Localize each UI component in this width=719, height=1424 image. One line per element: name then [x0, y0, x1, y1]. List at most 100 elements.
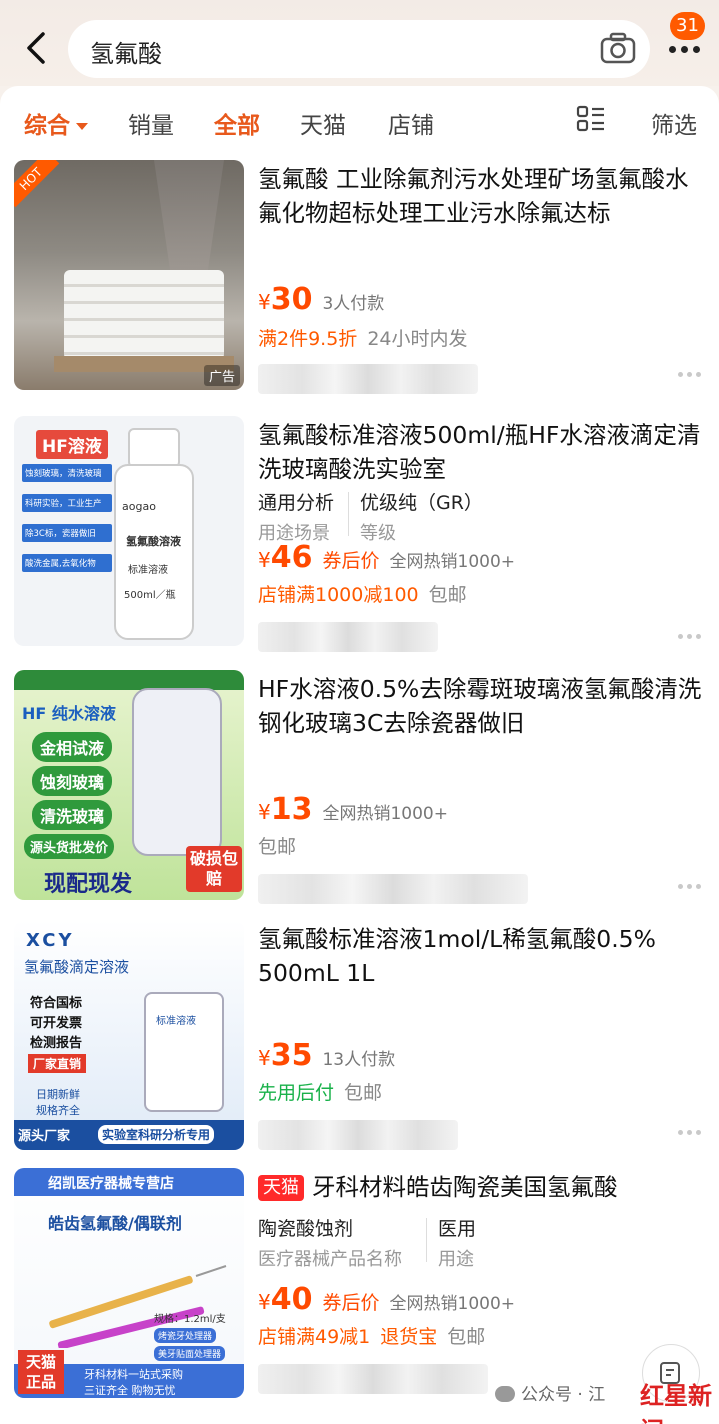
image-text: 现配现发: [44, 872, 133, 897]
attribute-label: 医疗器械产品名称: [258, 1249, 402, 1270]
promo-row: 满2件9.5折 24小时内发: [258, 324, 468, 351]
image-tag: HF溶液: [36, 430, 108, 459]
caret-down-icon: [76, 123, 88, 130]
search-input[interactable]: 氢氟酸: [68, 20, 650, 78]
promo-row: 包邮: [258, 832, 296, 859]
image-text: 清洗玻璃: [32, 800, 113, 830]
image-text: 天猫正品: [18, 1350, 64, 1394]
product-title: 天猫 牙科材料皓齿陶瓷美国氢氟酸: [258, 1170, 704, 1204]
product-image[interactable]: HOT 广告: [14, 160, 244, 390]
attribute-value: 优级纯（GR）: [360, 492, 483, 514]
image-text: 绍凯医疗器械专营店: [48, 1176, 174, 1192]
product-title: 氢氟酸 工业除氟剂污水处理矿场氢氟酸水氟化物超标处理工业污水除氟达标: [258, 165, 689, 227]
shop-name-blurred[interactable]: [258, 874, 528, 904]
product-card[interactable]: HOT 广告 氢氟酸 工业除氟剂污水处理矿场氢氟酸水氟化物超标处理工业污水除氟达…: [0, 152, 719, 402]
attribute: 陶瓷酸蚀剂 医疗器械产品名称: [258, 1214, 402, 1271]
price: 35: [270, 1038, 313, 1073]
ad-label: 广告: [203, 365, 240, 386]
product-card[interactable]: HF 纯水溶液 金相试液 蚀刻玻璃 清洗玻璃 源头货批发价 现配现发 破损包赔 …: [0, 662, 719, 912]
shop-name-blurred[interactable]: [258, 1364, 488, 1394]
message-badge: 31: [670, 12, 705, 40]
image-text: 检测报告: [30, 1036, 83, 1051]
camera-icon[interactable]: [600, 31, 636, 65]
back-button[interactable]: [16, 24, 56, 72]
image-heading: 皓齿氢氟酸/偶联剂: [48, 1214, 182, 1233]
currency-symbol: ¥: [258, 1046, 271, 1070]
coupon-label: 券后价: [322, 1292, 380, 1314]
currency-symbol: ¥: [258, 800, 271, 824]
image-text: 实验室科研分析专用: [98, 1125, 215, 1144]
shipping-note: 24小时内发: [367, 328, 468, 350]
tab-all[interactable]: 全部: [214, 106, 260, 140]
card-more-button[interactable]: [676, 634, 703, 639]
currency-symbol: ¥: [258, 548, 271, 572]
hot-tag: HOT: [14, 160, 60, 208]
product-image[interactable]: HF溶液 蚀刻玻璃，清洗玻璃 科研实验，工业生产 除3C标，瓷器做旧 酸洗金属,…: [14, 416, 244, 646]
product-card[interactable]: HF溶液 蚀刻玻璃，清洗玻璃 科研实验，工业生产 除3C标，瓷器做旧 酸洗金属,…: [0, 408, 719, 658]
promo-row: 店铺满1000减100 包邮: [258, 580, 467, 607]
card-more-button[interactable]: [676, 372, 703, 377]
pay-later-text: 先用后付: [258, 1082, 335, 1104]
shop-name-blurred[interactable]: [258, 364, 478, 394]
image-text: 科研实验，工业生产: [22, 494, 112, 512]
product-attributes: 通用分析 用途场景 优级纯（GR） 等级: [258, 488, 698, 544]
promo-text: 店铺满49减1: [258, 1326, 371, 1348]
image-text: 日期新鲜: [36, 1088, 80, 1101]
attribute: 医用 用途: [438, 1214, 476, 1271]
price: 13: [270, 792, 313, 827]
card-more-button[interactable]: [676, 1130, 703, 1135]
image-text: 规格齐全: [36, 1104, 80, 1117]
wechat-icon: [495, 1386, 515, 1402]
image-text: 除3C标，瓷器做旧: [22, 524, 112, 542]
tab-comprehensive[interactable]: 综合: [24, 106, 88, 140]
back-arrow-icon: [27, 32, 45, 64]
layout-toggle-icon[interactable]: [576, 104, 606, 134]
product-title: 氢氟酸标准溶液500ml/瓶HF水溶液滴定清洗玻璃酸洗实验室: [258, 421, 701, 483]
image-text: 源头厂家: [18, 1129, 71, 1144]
image-text: 可开发票: [30, 1016, 83, 1031]
price-row: ¥46 券后价 全网热销1000+: [258, 540, 515, 575]
product-attributes: 陶瓷酸蚀剂 医疗器械产品名称 医用用途: [258, 1214, 698, 1270]
image-brand: XCY: [26, 930, 75, 951]
shop-name-blurred[interactable]: [258, 1120, 458, 1150]
tab-sales[interactable]: 销量: [128, 106, 174, 140]
shipping-note: 包邮: [258, 836, 297, 858]
sales-count: 3人付款: [322, 294, 385, 314]
shop-name-blurred[interactable]: [258, 622, 438, 652]
attribute-label: 用途: [438, 1249, 474, 1270]
price: 46: [270, 540, 313, 575]
product-card[interactable]: 绍凯医疗器械专营店 皓齿氢氟酸/偶联剂 规格：1.2ml/支 烤瓷牙处理器 美牙…: [0, 1160, 719, 1424]
product-image[interactable]: XCY 氢氟酸滴定溶液 符合国标 可开发票 检测报告 厂家直销 日期新鲜 规格齐…: [14, 920, 244, 1150]
card-more-button[interactable]: [676, 884, 703, 889]
sales-count: 13人付款: [322, 1050, 396, 1070]
image-text: 酸洗金属,去氧化物: [22, 554, 112, 572]
product-image[interactable]: 绍凯医疗器械专营店 皓齿氢氟酸/偶联剂 规格：1.2ml/支 烤瓷牙处理器 美牙…: [14, 1168, 244, 1398]
price-row: ¥13 全网热销1000+: [258, 792, 448, 827]
product-title: HF水溶液0.5%去除霉斑玻璃液氢氟酸清洗钢化玻璃3C去除瓷器做旧: [258, 675, 702, 737]
product-title: 氢氟酸标准溶液1mol/L稀氢氟酸0.5% 500mL 1L: [258, 925, 656, 987]
attribute-value: 医用: [438, 1218, 477, 1240]
tmall-tag: 天猫: [258, 1175, 304, 1201]
tab-tmall[interactable]: 天猫: [300, 106, 346, 140]
bottle-volume: 500ml／瓶: [124, 590, 176, 601]
filter-bar: 综合 销量 全部 天猫 店铺 筛选: [0, 86, 719, 152]
coupon-label: 券后价: [322, 550, 380, 572]
tab-store[interactable]: 店铺: [388, 106, 434, 140]
image-text: 蚀刻玻璃: [32, 766, 113, 796]
product-title-text: 牙科材料皓齿陶瓷美国氢氟酸: [312, 1173, 618, 1201]
bottle-label-2: 标准溶液: [128, 565, 168, 576]
search-query: 氢氟酸: [90, 40, 162, 68]
image-text: 符合国标: [30, 996, 83, 1011]
shipping-note: 包邮: [447, 1326, 486, 1348]
promo-row: 先用后付 包邮: [258, 1078, 382, 1105]
tab-label: 综合: [24, 113, 70, 139]
product-image[interactable]: HF 纯水溶液 金相试液 蚀刻玻璃 清洗玻璃 源头货批发价 现配现发 破损包赔: [14, 670, 244, 900]
price: 40: [270, 1282, 313, 1317]
currency-symbol: ¥: [258, 1290, 271, 1314]
image-text: 规格：1.2ml/支: [154, 1314, 226, 1325]
product-card[interactable]: XCY 氢氟酸滴定溶液 符合国标 可开发票 检测报告 厂家直销 日期新鲜 规格齐…: [0, 912, 719, 1162]
price-row: ¥35 13人付款: [258, 1038, 395, 1073]
filter-button[interactable]: 筛选: [651, 106, 697, 140]
image-text: 源头货批发价: [24, 834, 115, 859]
sales-count: 全网热销1000+: [322, 804, 448, 824]
